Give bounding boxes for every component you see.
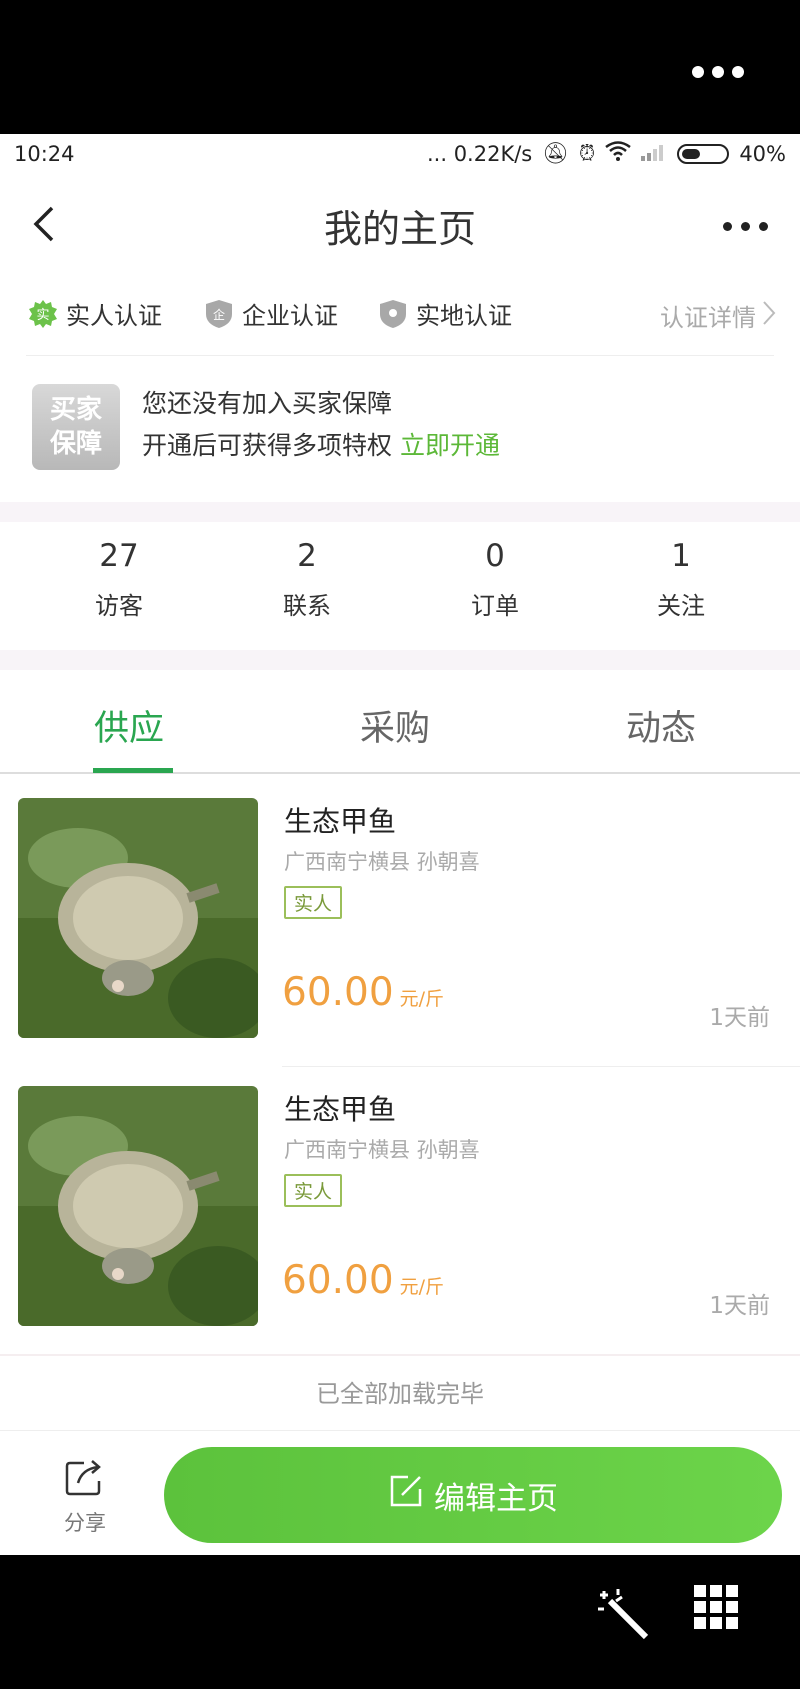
stat-orders[interactable]: 0 订单	[420, 538, 570, 621]
tab-indicator	[93, 768, 173, 773]
status-time: 10:24	[14, 142, 75, 166]
cert-label: 企业认证	[242, 302, 338, 330]
cert-label: 实人认证	[66, 302, 162, 330]
share-button[interactable]: 分享	[50, 1457, 120, 1537]
product-price: 60.00 元/斤	[282, 970, 445, 1015]
grid-icon[interactable]	[694, 1585, 738, 1629]
buyer-guarantee-banner: 买家 保障 您还没有加入买家保障 开通后可获得多项特权 立即开通	[0, 356, 800, 470]
stats-row: 27 访客 2 联系 0 订单 1 关注	[0, 522, 800, 650]
signal-icon	[641, 142, 667, 166]
cert-label: 实地认证	[416, 302, 512, 330]
edit-homepage-button[interactable]: 编辑主页	[164, 1447, 782, 1543]
window-top-bar	[0, 0, 800, 134]
status-bar: 10:24 ... 0.22K/s 🔕︎ ⏰︎ 40%	[0, 134, 800, 176]
verified-tag: 实人	[284, 886, 343, 919]
cert-enterprise[interactable]: 企 企业认证	[204, 296, 338, 331]
enterprise-cert-icon: 企	[204, 299, 234, 329]
list-item[interactable]: 生态甲鱼 广西南宁横县 孙朝喜 实人 60.00 元/斤 1天前	[0, 1064, 800, 1354]
tab-supply[interactable]: 供应	[94, 700, 164, 751]
alarm-icon: ⏰︎	[578, 141, 596, 165]
product-image	[18, 798, 258, 1038]
list-item[interactable]: 生态甲鱼 广西南宁横县 孙朝喜 实人 60.00 元/斤 1天前	[0, 776, 800, 1066]
edit-icon	[388, 1473, 424, 1517]
guarantee-text: 您还没有加入买家保障	[142, 389, 393, 418]
product-location: 广西南宁横县 孙朝喜	[284, 850, 480, 874]
stat-contacts[interactable]: 2 联系	[232, 538, 382, 621]
battery-level: 40%	[739, 141, 786, 166]
stat-visitors[interactable]: 27 访客	[44, 538, 194, 621]
share-icon	[64, 1460, 106, 1501]
cert-detail-link[interactable]: 认证详情	[660, 298, 776, 333]
product-price: 60.00 元/斤	[282, 1258, 445, 1303]
open-guarantee-link[interactable]: 立即开通	[400, 431, 500, 460]
section-separator	[0, 502, 800, 522]
buyer-guarantee-logo: 买家 保障	[32, 384, 120, 470]
chevron-right-icon	[762, 300, 776, 332]
mute-icon: 🔕︎	[542, 141, 569, 165]
product-title: 生态甲鱼	[284, 805, 397, 838]
section-separator	[0, 650, 800, 670]
guarantee-subtext: 开通后可获得多项特权 立即开通	[142, 431, 500, 460]
cert-detail-label: 认证详情	[660, 304, 756, 332]
post-time: 1天前	[709, 1005, 770, 1031]
edit-label: 编辑主页	[434, 1480, 558, 1517]
share-label: 分享	[64, 1511, 106, 1535]
battery-icon	[677, 143, 730, 164]
product-location: 广西南宁横县 孙朝喜	[284, 1138, 480, 1162]
cert-real-person[interactable]: 实 实人认证	[28, 296, 162, 331]
network-speed: ... 0.22K/s	[427, 141, 533, 166]
verified-tag: 实人	[284, 1174, 343, 1207]
magic-wand-icon[interactable]	[596, 1587, 650, 1645]
app-screen: 10:24 ... 0.22K/s 🔕︎ ⏰︎ 40% 我的主页 实 实人认证	[0, 134, 800, 1555]
nav-bar: 我的主页	[0, 176, 800, 272]
svg-text:企: 企	[213, 307, 225, 322]
product-title: 生态甲鱼	[284, 1093, 397, 1126]
cert-onsite[interactable]: 实地认证	[378, 296, 512, 331]
page-title: 我的主页	[323, 207, 476, 251]
window-menu-icon[interactable]	[692, 66, 744, 78]
stat-follows[interactable]: 1 关注	[606, 538, 756, 621]
post-time: 1天前	[709, 1293, 770, 1319]
tab-bar: 供应 采购 动态	[0, 670, 800, 774]
tab-activity[interactable]: 动态	[626, 700, 696, 751]
onsite-cert-icon	[378, 299, 408, 329]
certification-row: 实 实人认证 企 企业认证 实地认证 认证详情	[0, 272, 800, 354]
more-icon[interactable]	[723, 222, 768, 231]
bottom-action-bar: 分享 编辑主页	[0, 1430, 800, 1555]
svg-text:实: 实	[36, 308, 49, 323]
list-end-message: 已全部加载完毕	[0, 1354, 800, 1426]
wifi-icon	[605, 141, 632, 166]
system-bottom-bar	[0, 1555, 800, 1689]
tab-purchase[interactable]: 采购	[360, 700, 430, 751]
product-image	[18, 1086, 258, 1326]
real-person-cert-icon: 实	[28, 299, 58, 329]
